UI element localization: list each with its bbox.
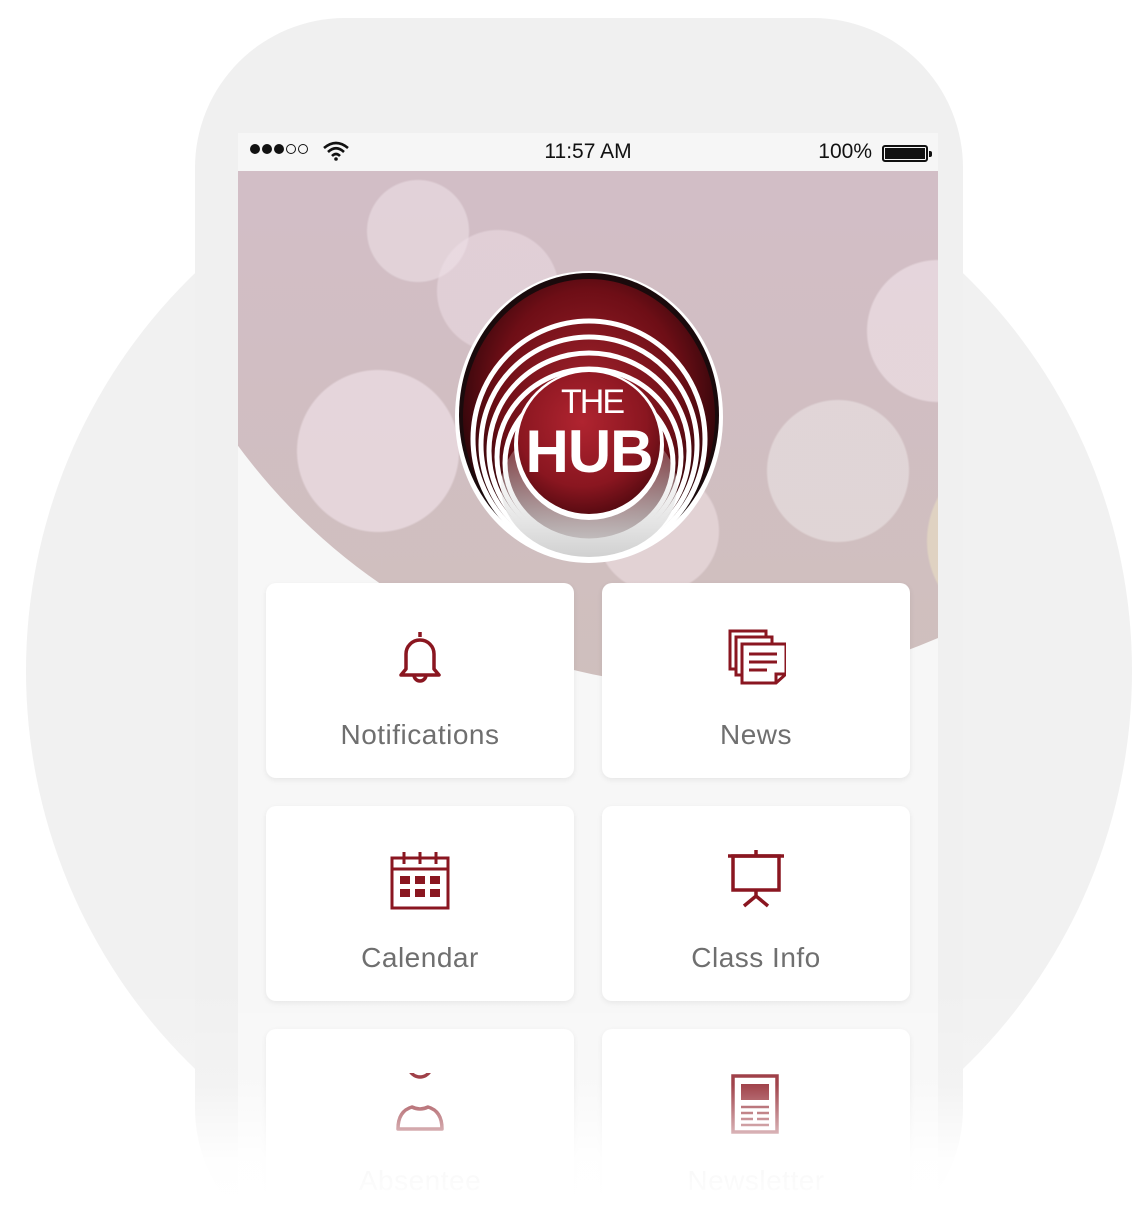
the-hub-logo: THE HUB [455, 271, 723, 563]
tile-calendar[interactable]: Calendar [266, 806, 574, 1001]
newsletter-icon [602, 1073, 910, 1137]
tile-class-info[interactable]: Class Info [602, 806, 910, 1001]
battery-icon [882, 145, 932, 162]
newspaper-stack-icon [602, 627, 910, 691]
logo-the-text: THE [561, 383, 624, 421]
tile-notifications[interactable]: Notifications [266, 583, 574, 778]
app-screen: 11:57 AM 100% THE HUB Notifications News… [238, 133, 938, 1213]
bell-icon [266, 627, 574, 691]
logo-hub-text: HUB [526, 418, 653, 485]
person-icon [266, 1073, 574, 1137]
tile-newsletter[interactable]: Newsletter [602, 1029, 910, 1213]
status-bar: 11:57 AM 100% [238, 133, 938, 171]
tile-label: Class Info [691, 942, 821, 973]
presentation-board-icon [602, 850, 910, 914]
tile-news[interactable]: News [602, 583, 910, 778]
tile-absentee[interactable]: Absentee [266, 1029, 574, 1213]
tile-label: Notifications [340, 719, 500, 750]
tile-label: Calendar [361, 942, 479, 973]
battery-percentage: 100% [818, 140, 872, 163]
tile-label: Newsletter [687, 1165, 825, 1196]
calendar-icon [266, 850, 574, 914]
tile-label: Absentee [358, 1165, 482, 1196]
tile-label: News [719, 719, 792, 750]
